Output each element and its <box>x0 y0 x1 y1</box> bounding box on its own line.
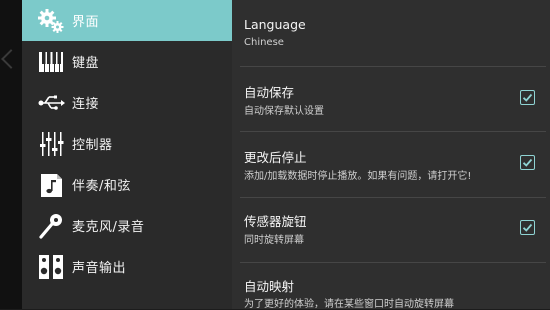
speakers-icon <box>36 252 66 282</box>
sidebar-item-label: 伴奏/和弦 <box>72 179 131 194</box>
settings-sidebar: 界面 键盘 连接 控制器 伴奏/和弦 麦克风/录音 声音输出 <box>22 0 232 309</box>
sidebar-item-label: 键盘 <box>72 56 100 71</box>
autosave-setting[interactable]: 自动保存 自动保存默认设置 <box>232 67 550 130</box>
sliders-icon <box>36 129 66 159</box>
language-title: Language <box>244 17 306 32</box>
gears-icon <box>36 6 66 36</box>
language-value: Chinese <box>244 37 284 48</box>
chevron-left-icon <box>1 49 21 69</box>
sidebar-item-interface[interactable]: 界面 <box>22 0 232 41</box>
stop-after-change-subtitle: 添加/加载数据时停止播放。如果有问题，请打开它! <box>244 171 472 182</box>
checkmark-icon <box>522 223 533 232</box>
back-edge[interactable] <box>0 0 22 309</box>
sidebar-item-label: 界面 <box>72 15 100 30</box>
sidebar-item-label: 声音输出 <box>72 261 127 276</box>
sensor-knob-title: 传感器旋钮 <box>244 214 307 229</box>
settings-content: Language Chinese 自动保存 自动保存默认设置 更改后停止 添加/… <box>232 0 550 310</box>
stop-after-change-checkbox[interactable] <box>520 155 535 170</box>
sidebar-item-label: 连接 <box>72 97 100 112</box>
auto-mapping-subtitle: 为了更好的体验，请在某些窗口时自动旋转屏幕 <box>244 299 454 310</box>
auto-mapping-title: 自动映射 <box>244 279 295 294</box>
microphone-icon <box>36 211 66 241</box>
sensor-knob-checkbox[interactable] <box>520 220 535 235</box>
autosave-subtitle: 自动保存默认设置 <box>244 106 324 117</box>
sensor-knob-setting[interactable]: 传感器旋钮 同时旋转屏幕 <box>232 198 550 261</box>
sensor-knob-subtitle: 同时旋转屏幕 <box>244 235 304 246</box>
sidebar-item-keyboard[interactable]: 键盘 <box>22 41 232 82</box>
autosave-title: 自动保存 <box>244 85 295 100</box>
settings-window: 界面 键盘 连接 控制器 伴奏/和弦 麦克风/录音 声音输出 Language … <box>0 0 550 310</box>
piano-keys-icon <box>36 47 66 77</box>
stop-after-change-title: 更改后停止 <box>244 150 307 165</box>
music-note-icon <box>36 170 66 200</box>
language-setting[interactable]: Language Chinese <box>232 0 550 66</box>
auto-mapping-setting[interactable]: 自动映射 为了更好的体验，请在某些窗口时自动旋转屏幕 <box>232 263 550 310</box>
stop-after-change-setting[interactable]: 更改后停止 添加/加载数据时停止播放。如果有问题，请打开它! <box>232 132 550 196</box>
checkmark-icon <box>522 93 533 102</box>
sidebar-item-controller[interactable]: 控制器 <box>22 123 232 164</box>
sidebar-item-label: 麦克风/录音 <box>72 220 145 235</box>
sidebar-item-accompaniment[interactable]: 伴奏/和弦 <box>22 164 232 205</box>
autosave-checkbox[interactable] <box>520 90 535 105</box>
sidebar-item-connection[interactable]: 连接 <box>22 82 232 123</box>
sidebar-item-label: 控制器 <box>72 138 113 153</box>
sidebar-item-sound-output[interactable]: 声音输出 <box>22 246 232 287</box>
sidebar-item-microphone[interactable]: 麦克风/录音 <box>22 205 232 246</box>
checkmark-icon <box>522 158 533 167</box>
usb-icon <box>36 88 66 118</box>
